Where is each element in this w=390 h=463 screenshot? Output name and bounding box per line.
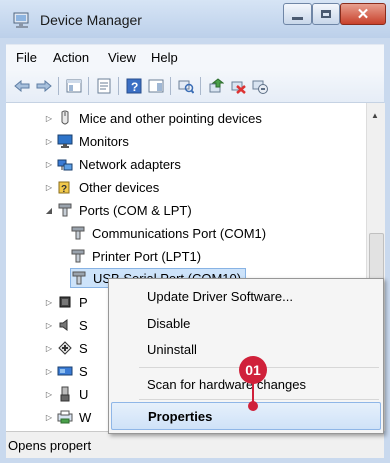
menu-properties[interactable]: Properties: [148, 409, 212, 424]
toolbar-separator: [58, 77, 59, 95]
sound-icon: [59, 319, 68, 331]
tree-item-label: S: [79, 363, 88, 379]
wsd-icon: [57, 410, 73, 424]
show-action-pane-icon[interactable]: [148, 78, 164, 94]
status-bar: Opens propert: [6, 431, 384, 458]
tree-item-label: S: [79, 317, 88, 333]
menu-view[interactable]: View: [108, 50, 136, 65]
scan-hardware-icon[interactable]: [178, 78, 194, 94]
tree-item-label: Network adapters: [79, 156, 181, 172]
usb-icon: [60, 386, 70, 402]
toolbar-separator: [118, 77, 119, 95]
tree-item-label: S: [79, 340, 88, 356]
monitor-icon: [57, 134, 73, 148]
tree-item-processors[interactable]: ▷ P: [44, 291, 88, 313]
tree-item-label: Printer Port (LPT1): [92, 248, 202, 264]
expand-arrow-icon[interactable]: ▷: [44, 136, 54, 146]
mouse-icon: [61, 110, 69, 125]
tree-item-sound[interactable]: ▷ S: [44, 314, 88, 336]
scroll-up-icon[interactable]: ▲: [371, 111, 379, 120]
context-menu: Update Driver Software... Disable Uninst…: [108, 278, 384, 434]
tree-item-label: Communications Port (COM1): [92, 225, 267, 241]
tree-item-usb-controllers[interactable]: ▷ U: [44, 383, 88, 405]
menu-file[interactable]: File: [16, 50, 37, 65]
menu-action[interactable]: Action: [53, 50, 89, 65]
collapse-arrow-icon[interactable]: ◢: [44, 205, 54, 215]
menu-help[interactable]: Help: [151, 50, 178, 65]
back-icon[interactable]: [14, 78, 30, 94]
port-icon: [71, 249, 85, 263]
expand-arrow-icon[interactable]: ▷: [44, 366, 54, 376]
menu-uninstall[interactable]: Uninstall: [147, 342, 197, 357]
processor-icon: [59, 296, 71, 308]
title-bar[interactable]: Device Manager ✕: [0, 0, 390, 38]
minimize-button[interactable]: [283, 3, 312, 25]
tree-item-label: Monitors: [79, 133, 129, 149]
expand-arrow-icon[interactable]: ▷: [44, 320, 54, 330]
tree-item-other-devices[interactable]: ▷ ? Other devices: [44, 176, 159, 198]
minimize-icon: [292, 16, 303, 20]
status-text: Opens propert: [8, 438, 92, 453]
unknown-device-icon: ?: [58, 181, 70, 195]
port-icon: [58, 203, 72, 217]
menu-scan-for-hardware-changes[interactable]: Scan for hardware changes: [147, 377, 306, 392]
svg-text:?: ?: [131, 80, 138, 94]
help-icon[interactable]: ?: [126, 78, 142, 94]
toolbar-separator: [200, 77, 201, 95]
tree-item-label: Other devices: [79, 179, 160, 195]
port-icon: [71, 226, 85, 240]
tree-item-label: W: [79, 409, 92, 425]
tree-item-storage[interactable]: ▷ S: [44, 337, 88, 359]
toolbar-separator: [170, 77, 171, 95]
update-driver-icon[interactable]: [208, 78, 224, 94]
maximize-button[interactable]: [312, 3, 340, 25]
close-icon: ✕: [356, 6, 370, 23]
disable-device-icon[interactable]: [252, 78, 268, 94]
maximize-icon: [321, 10, 331, 18]
menu-bar: File Action View Help: [6, 44, 384, 71]
tree-item-wsd[interactable]: ▷ W: [44, 406, 91, 428]
tree-item-lpt1[interactable]: Printer Port (LPT1): [70, 245, 201, 267]
expand-arrow-icon[interactable]: ▷: [44, 159, 54, 169]
system-icon: [57, 366, 73, 376]
close-button[interactable]: ✕: [340, 3, 386, 25]
menu-properties-highlight[interactable]: Properties: [111, 402, 381, 430]
storage-icon: [58, 341, 72, 355]
menu-update-driver-software[interactable]: Update Driver Software...: [147, 289, 293, 304]
tree-item-network-adapters[interactable]: ▷ Network adapters: [44, 153, 181, 175]
expand-arrow-icon[interactable]: ▷: [44, 182, 54, 192]
expand-arrow-icon[interactable]: ▷: [44, 343, 54, 353]
svg-text:?: ?: [61, 184, 67, 195]
tree-item-system[interactable]: ▷ S: [44, 360, 88, 382]
expand-arrow-icon[interactable]: ▷: [44, 113, 54, 123]
device-manager-icon: [13, 12, 29, 28]
step-callout-badge: 01: [239, 356, 267, 384]
port-icon: [72, 271, 86, 285]
uninstall-device-icon[interactable]: [230, 78, 246, 94]
tree-item-mice[interactable]: ▷ Mice and other pointing devices: [44, 107, 262, 129]
tree-item-label: P: [79, 294, 88, 310]
toolbar: ?: [6, 70, 384, 103]
tree-item-monitors[interactable]: ▷ Monitors: [44, 130, 129, 152]
tree-item-label: Mice and other pointing devices: [79, 110, 262, 126]
expand-arrow-icon[interactable]: ▷: [44, 412, 54, 422]
device-manager-window: Device Manager ✕ File Action View Help ?: [0, 0, 390, 463]
tree-item-com1[interactable]: Communications Port (COM1): [70, 222, 266, 244]
window-title: Device Manager: [40, 12, 142, 28]
show-hide-console-tree-icon[interactable]: [66, 78, 82, 94]
menu-separator: [139, 399, 379, 400]
tree-item-label: Ports (COM & LPT): [79, 202, 192, 218]
tree-item-label: U: [79, 386, 89, 402]
toolbar-separator: [88, 77, 89, 95]
expand-arrow-icon[interactable]: ▷: [44, 297, 54, 307]
forward-icon[interactable]: [36, 78, 52, 94]
network-icon: [57, 159, 73, 171]
menu-disable[interactable]: Disable: [147, 316, 190, 331]
expand-arrow-icon[interactable]: ▷: [44, 389, 54, 399]
tree-item-ports[interactable]: ◢ Ports (COM & LPT): [44, 199, 192, 221]
callout-pointer-dot: [248, 401, 258, 411]
properties-icon[interactable]: [96, 78, 112, 94]
